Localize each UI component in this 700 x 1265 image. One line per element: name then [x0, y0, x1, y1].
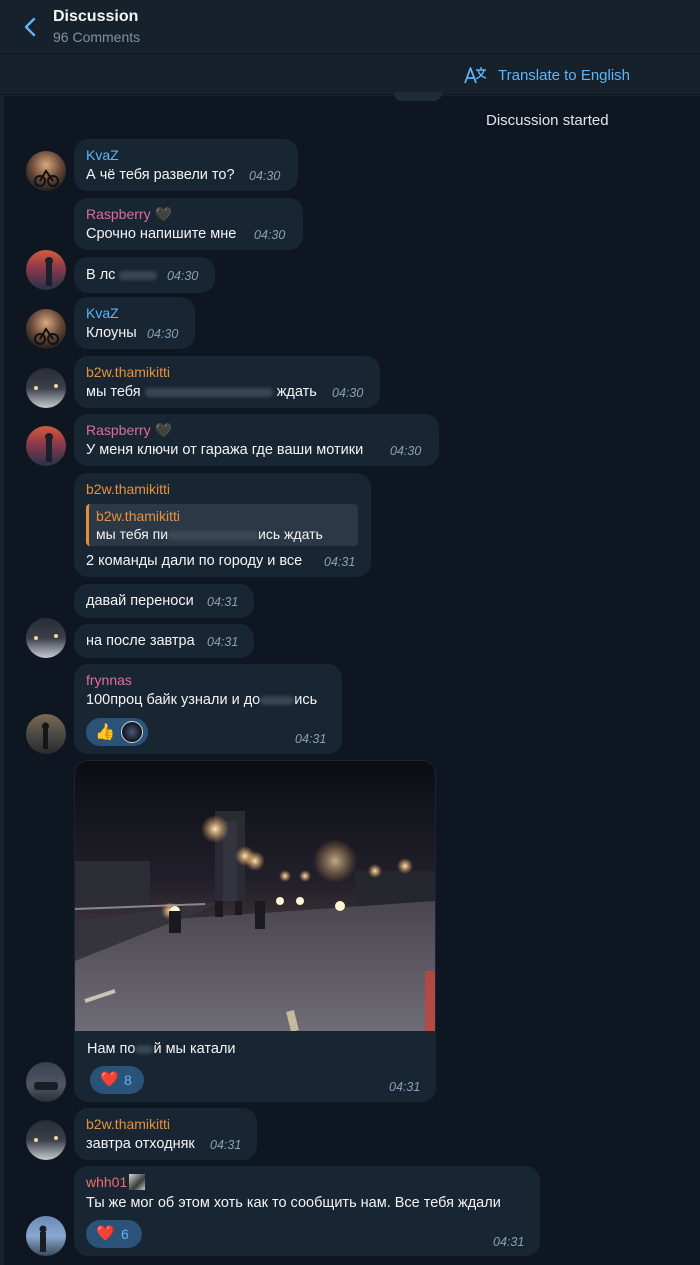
message-text: завтра отходняк: [86, 1136, 195, 1152]
message-text: Срочно напишите мне: [86, 226, 237, 242]
photo-caption: Нам по й мы катали: [87, 1041, 236, 1057]
message-bubble[interactable]: KvaZ Клоуны 04:30: [74, 297, 195, 349]
message-bubble[interactable]: KvaZ А чё тебя развели то? 04:30: [74, 139, 298, 191]
message-text: мы тебя ждать: [86, 384, 317, 400]
avatar[interactable]: [26, 309, 66, 349]
message-time: 04:30: [249, 169, 281, 183]
avatar[interactable]: [26, 1216, 66, 1256]
page-title: Discussion: [53, 8, 139, 25]
censored-text: [168, 530, 259, 540]
message-text: 2 команды дали по городу и все: [86, 553, 303, 569]
comment-count: 96 Comments: [53, 29, 141, 45]
quote-sender: b2w.thamikitti: [96, 508, 181, 524]
message-time: 04:31: [389, 1080, 421, 1094]
censored-text: [119, 270, 158, 280]
message-bubble[interactable]: b2w.thamikitti мы тебя ждать 04:30: [74, 356, 380, 408]
translate-icon: [464, 67, 487, 84]
avatar[interactable]: [26, 618, 66, 658]
heart-icon: ❤️: [96, 1225, 115, 1242]
heart-icon: ❤️: [100, 1071, 119, 1088]
message-bubble[interactable]: b2w.thamikitti завтра отходняк 04:31: [74, 1108, 257, 1160]
sender-name[interactable]: b2w.thamikitti: [86, 481, 170, 497]
photo-message[interactable]: Нам по й мы катали ❤️ 8 04:31: [74, 760, 436, 1102]
reply-quote[interactable]: b2w.thamikitti мы тебя пи ись ждать: [86, 504, 358, 546]
message-text: У меня ключи от гаража где ваши мотики: [86, 442, 364, 458]
message-bubble[interactable]: В лс 04:30: [74, 257, 215, 293]
sender-name[interactable]: Raspberry 🖤: [86, 206, 172, 223]
message-time: 04:30: [332, 386, 364, 400]
reaction-count: 6: [121, 1226, 129, 1242]
quote-text: мы тебя пи ись ждать: [96, 526, 323, 542]
reaction-count: 8: [124, 1072, 132, 1088]
sender-name[interactable]: frynnas: [86, 672, 132, 688]
avatar[interactable]: [26, 426, 66, 466]
message-bubble[interactable]: Raspberry 🖤 Срочно напишите мне 04:30: [74, 198, 303, 250]
sender-name[interactable]: b2w.thamikitti: [86, 364, 170, 380]
message-time: 04:31: [295, 732, 327, 746]
message-bubble[interactable]: на после завтра 04:31: [74, 624, 254, 658]
message-bubble[interactable]: давай переноси 04:31: [74, 584, 254, 618]
scroll-edge: [0, 96, 4, 1265]
sender-name[interactable]: whh01: [86, 1174, 146, 1190]
message-bubble[interactable]: whh01 Ты же мог об этом хоть как то сооб…: [74, 1166, 540, 1256]
message-time: 04:31: [207, 635, 239, 649]
sender-badge-icon: [129, 1174, 146, 1190]
avatar[interactable]: [26, 1062, 66, 1102]
reaction-heart[interactable]: ❤️ 6: [86, 1220, 142, 1248]
avatar[interactable]: [26, 1120, 66, 1160]
message-bubble[interactable]: Raspberry 🖤 У меня ключи от гаража где в…: [74, 414, 439, 466]
reactor-avatar: [121, 721, 143, 743]
message-text: Ты же мог об этом хоть как то сообщить н…: [86, 1195, 501, 1211]
back-arrow-icon[interactable]: [18, 14, 44, 40]
avatar[interactable]: [26, 151, 66, 191]
message-time: 04:31: [207, 595, 239, 609]
avatar[interactable]: [26, 714, 66, 754]
reaction-heart[interactable]: ❤️ 8: [90, 1066, 144, 1094]
message-time: 04:31: [324, 555, 356, 569]
message-time: 04:30: [147, 327, 179, 341]
date-pill: [394, 92, 442, 101]
message-bubble[interactable]: frynnas 100проц байк узнали и до ись 👍 04…: [74, 664, 342, 754]
message-text: А чё тебя развели то?: [86, 167, 235, 183]
message-time: 04:30: [254, 228, 286, 242]
message-text: давай переноси: [86, 593, 194, 609]
censored-text: [144, 387, 273, 397]
thumbs-up-icon: 👍: [95, 724, 115, 741]
avatar[interactable]: [26, 368, 66, 408]
message-text: В лс: [86, 267, 158, 283]
translate-button[interactable]: Translate to English: [498, 67, 630, 84]
heart-emoji: 🖤: [154, 206, 172, 222]
message-bubble[interactable]: b2w.thamikitti b2w.thamikitti мы тебя пи…: [74, 473, 371, 577]
censored-text: [260, 695, 295, 705]
message-time: 04:30: [390, 444, 422, 458]
censored-text: [135, 1044, 154, 1054]
photo-night-ride[interactable]: [75, 761, 435, 1031]
top-bar: Discussion 96 Comments: [0, 0, 700, 54]
message-time: 04:31: [210, 1138, 242, 1152]
message-time: 04:31: [493, 1235, 525, 1249]
avatar[interactable]: [26, 250, 66, 290]
heart-emoji: 🖤: [154, 422, 172, 438]
service-message: Discussion started: [474, 110, 621, 131]
sender-name[interactable]: b2w.thamikitti: [86, 1116, 170, 1132]
sender-name[interactable]: KvaZ: [86, 147, 119, 163]
message-text: 100проц байк узнали и до ись: [86, 692, 318, 708]
message-time: 04:30: [167, 269, 199, 283]
message-text: Клоуны: [86, 325, 137, 341]
reaction-thumbs-up[interactable]: 👍: [86, 718, 148, 746]
translate-bar[interactable]: Translate to English: [0, 55, 700, 95]
sender-name[interactable]: KvaZ: [86, 305, 119, 321]
sender-name[interactable]: Raspberry 🖤: [86, 422, 172, 439]
message-text: на после завтра: [86, 633, 195, 649]
